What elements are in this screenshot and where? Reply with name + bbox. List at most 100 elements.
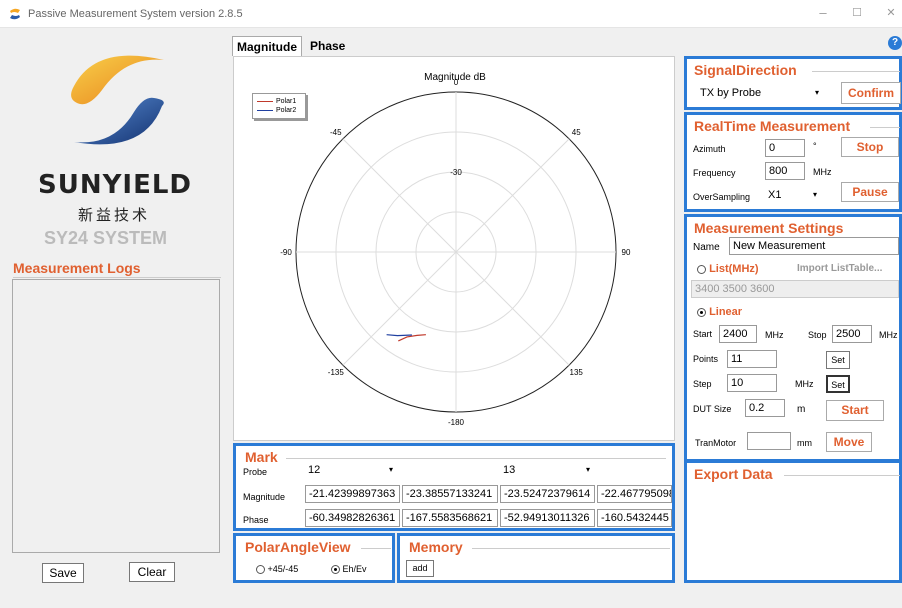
points-input[interactable]: 11: [727, 350, 777, 368]
option-45-45-label: +45/-45: [267, 564, 299, 574]
app-logo-icon: [10, 8, 20, 20]
radio-selected-icon: [331, 565, 340, 575]
close-button[interactable]: ✕: [884, 6, 898, 20]
magnitude-field-1[interactable]: -21.42399897363: [305, 485, 400, 503]
polar-angle-view-divider: [361, 548, 391, 549]
list-mhz-option[interactable]: List(MHz): [697, 263, 759, 275]
phase-field-3[interactable]: -52.94913011326: [500, 509, 595, 527]
linear-label: Linear: [709, 306, 743, 318]
start-measurement-button[interactable]: Start: [826, 400, 884, 421]
list-values-input[interactable]: 3400 3500 3600: [691, 280, 899, 298]
pause-button[interactable]: Pause: [841, 182, 899, 202]
oversampling-label: OverSampling: [693, 192, 751, 202]
magnitude-field-4[interactable]: -22.467795098: [597, 485, 672, 503]
memory-add-button[interactable]: add: [406, 560, 434, 577]
option-eh-ev[interactable]: Eh/Ev: [331, 564, 367, 575]
angle-tick-label: 90: [622, 248, 631, 257]
list-mhz-label: List(MHz): [709, 263, 759, 275]
system-name: SY24 SYSTEM: [44, 228, 168, 248]
radio-icon: [697, 264, 706, 274]
settings-title: Measurement Settings: [694, 220, 847, 236]
oversampling-value: X1: [768, 189, 782, 201]
tab-magnitude[interactable]: Magnitude: [232, 36, 302, 56]
oversampling-select[interactable]: X1 ▾: [765, 186, 819, 204]
step-input[interactable]: 10: [727, 374, 777, 392]
azimuth-input[interactable]: 0: [765, 139, 805, 157]
move-button[interactable]: Move: [826, 432, 872, 452]
azimuth-label: Azimuth: [693, 144, 726, 154]
clear-button[interactable]: Clear: [129, 562, 175, 582]
magnitude-field-2[interactable]: -23.38557133241: [402, 485, 498, 503]
brand-name: SUNYIELD: [38, 170, 193, 200]
polar-angle-view-title: PolarAngleView: [245, 539, 354, 555]
polar-grid-spoke: [342, 138, 457, 253]
help-icon[interactable]: ?: [888, 36, 902, 50]
probe-select-2-value: 13: [503, 464, 516, 476]
frequency-input[interactable]: 800: [765, 162, 805, 180]
stop-label: Stop: [808, 330, 827, 340]
save-button[interactable]: Save: [42, 563, 84, 583]
realtime-divider: [870, 127, 900, 128]
degree-unit: °: [813, 141, 817, 151]
magnitude-field-3[interactable]: -23.52472379614: [500, 485, 595, 503]
phase-field-1[interactable]: -60.34982826361: [305, 509, 400, 527]
maximize-button[interactable]: ☐: [850, 6, 864, 20]
measurement-name-input[interactable]: New Measurement: [729, 237, 899, 255]
polar-grid-spoke: [455, 251, 570, 366]
legend-line-polar2: [257, 109, 273, 111]
stop-realtime-button[interactable]: Stop: [841, 137, 899, 157]
tranmotor-input[interactable]: [747, 432, 791, 450]
signal-direction-title: SignalDirection: [694, 62, 800, 78]
mark-title: Mark: [245, 449, 281, 465]
dut-size-input[interactable]: 0.2: [745, 399, 785, 417]
phase-field-4[interactable]: -160.5432445: [597, 509, 672, 527]
memory-panel: Memory add: [397, 533, 675, 583]
chevron-down-icon: ▾: [812, 190, 817, 199]
radio-icon: [256, 565, 265, 575]
start-frequency-input[interactable]: 2400: [719, 325, 757, 343]
stop-frequency-input[interactable]: 2500: [832, 325, 872, 343]
probe-select-1-value: 12: [308, 464, 321, 476]
measurement-logs-area[interactable]: [12, 279, 220, 553]
option-eh-ev-label: Eh/Ev: [342, 564, 367, 574]
legend-item-polar2: Polar2: [257, 107, 296, 116]
export-data-divider: [784, 475, 900, 476]
mark-divider: [286, 458, 666, 459]
minimize-button[interactable]: –: [816, 6, 830, 20]
realtime-title: RealTime Measurement: [694, 118, 854, 134]
brand-name-cn: 新益技术: [78, 206, 151, 224]
linear-option[interactable]: Linear: [697, 306, 742, 318]
dut-size-unit: m: [797, 404, 806, 415]
mark-panel: Mark Probe 12 ▾ 13 ▾ Magnitude -21.4239989…: [233, 443, 675, 531]
option-45-45[interactable]: +45/-45: [256, 564, 299, 575]
frequency-label: Frequency: [693, 168, 736, 178]
import-list-table-link[interactable]: Import ListTable...: [797, 263, 882, 274]
probe-select-2[interactable]: 13 ▾: [500, 461, 592, 479]
chevron-down-icon: ▾: [814, 88, 819, 97]
phase-field-2[interactable]: -167.5583568621: [402, 509, 498, 527]
logs-divider: [13, 277, 221, 278]
signal-direction-divider: [812, 71, 900, 72]
angle-tick-label: -180: [448, 418, 465, 427]
signal-direction-select[interactable]: TX by Probe ▾: [697, 84, 821, 102]
start-label: Start: [693, 329, 713, 339]
legend-item-polar1: Polar1: [257, 98, 296, 107]
set-points-button[interactable]: Set: [826, 351, 850, 369]
step-unit: MHz: [795, 379, 814, 389]
angle-tick-label: -45: [330, 128, 342, 137]
frequency-unit: MHz: [813, 167, 832, 177]
export-data-title: Export Data: [694, 466, 776, 482]
window-title: Passive Measurement System version 2.8.5: [28, 8, 243, 20]
angle-tick-label: 135: [570, 368, 584, 377]
tranmotor-unit: mm: [797, 438, 812, 448]
confirm-button[interactable]: Confirm: [841, 82, 901, 104]
angle-tick-label: 45: [572, 128, 581, 137]
set-step-button[interactable]: Set: [826, 375, 850, 393]
tab-phase[interactable]: Phase: [306, 36, 349, 56]
polar-grid-spoke: [455, 138, 570, 253]
measurement-settings-panel: Measurement Settings Name New Measuremen…: [684, 214, 902, 462]
legend-label-polar1: Polar1: [276, 98, 297, 105]
tranmotor-label: TranMotor: [695, 438, 737, 448]
probe-select-1[interactable]: 12 ▾: [305, 461, 395, 479]
signal-direction-panel: SignalDirection TX by Probe ▾ Confirm: [684, 56, 902, 110]
